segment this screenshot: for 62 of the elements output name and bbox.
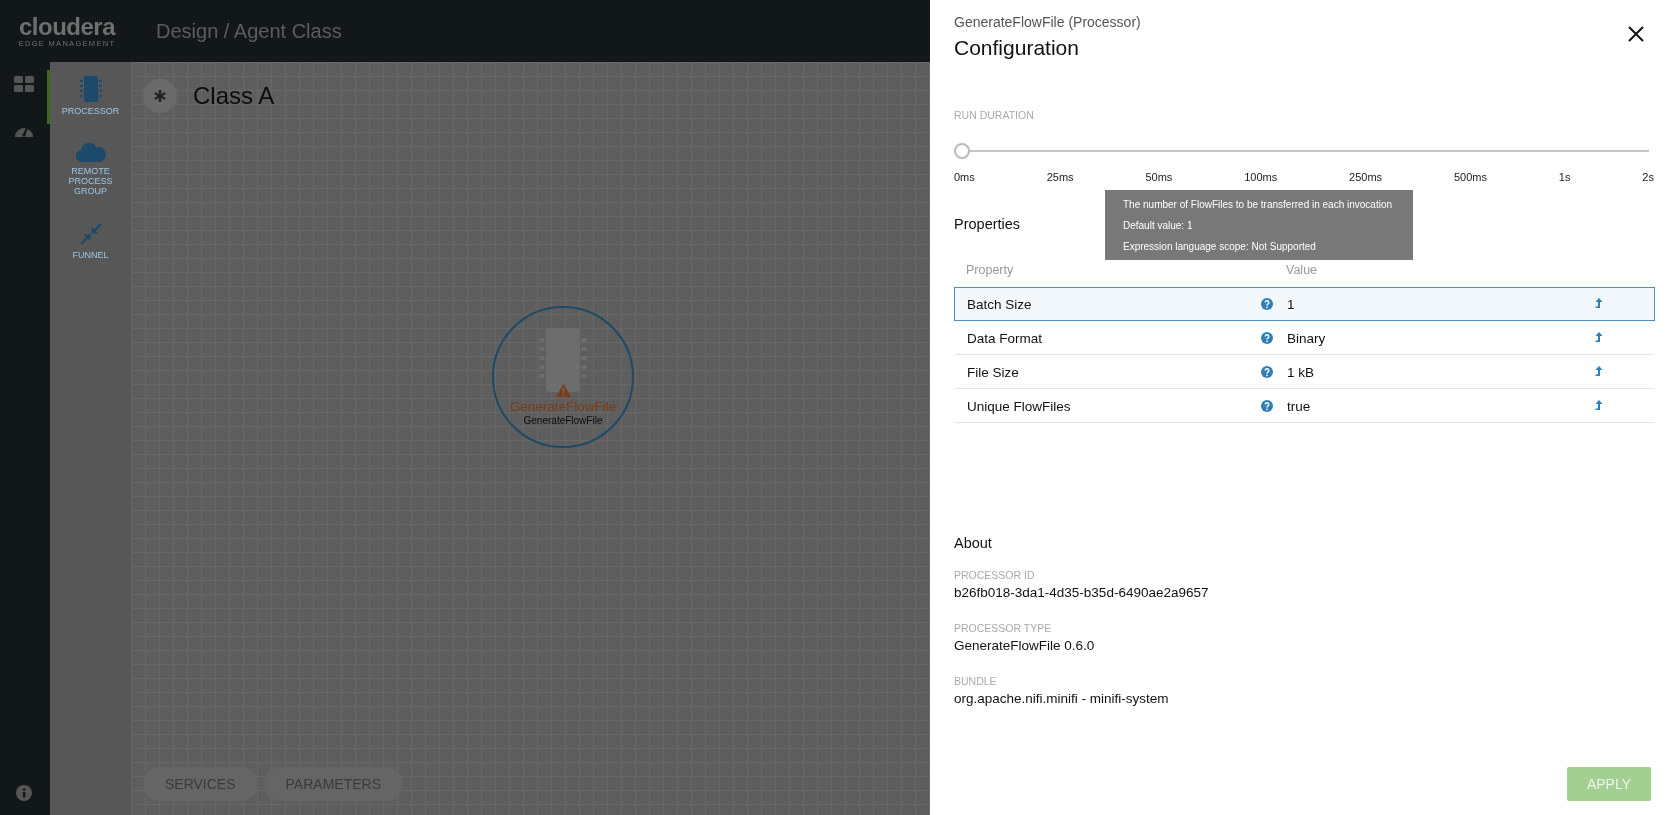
node-type: GenerateFlowFile xyxy=(523,415,603,427)
tooltip-text: Expression language scope: Not Supported xyxy=(1123,241,1317,253)
field-value: GenerateFlowFile 0.6.0 xyxy=(954,638,1096,653)
close-icon[interactable] xyxy=(1628,26,1644,42)
arrows-inward-icon xyxy=(78,222,103,246)
chip-icon xyxy=(79,76,102,102)
tick-label: 2s xyxy=(1642,171,1654,183)
property-value: 1 kB xyxy=(1286,364,1315,380)
tick-label: 250ms xyxy=(1349,171,1383,183)
palette-item[interactable]: FUNNEL xyxy=(47,216,131,268)
field-label: BUNDLE xyxy=(954,675,998,688)
table-row[interactable]: File Size 1 kB xyxy=(954,355,1655,389)
node-name: GenerateFlowFile xyxy=(509,399,617,415)
dashboard-icon[interactable] xyxy=(13,76,34,92)
property-name: Unique FlowFiles xyxy=(966,398,1072,414)
logo[interactable]: cloudera xyxy=(19,14,115,39)
tooltip-text: Default value: 1 xyxy=(1123,220,1194,232)
property-name: Batch Size xyxy=(966,296,1033,312)
section-title: About xyxy=(954,535,992,551)
tick-label: 1s xyxy=(1558,171,1571,183)
panel-title: Configuration xyxy=(954,35,1080,61)
field-label: PROCESSOR ID xyxy=(954,569,1036,582)
field-value: org.apache.nifi.minifi - minifi-system xyxy=(954,691,1170,706)
tick-label: 0ms xyxy=(954,171,975,183)
table-row[interactable]: Data Format Binary xyxy=(954,321,1655,355)
property-value: 1 xyxy=(1286,296,1296,312)
tooltip-text: The number of FlowFiles to be transferred in each invocation xyxy=(1123,199,1394,211)
tick-label: 500ms xyxy=(1453,171,1487,183)
cloud-icon xyxy=(75,142,106,162)
palette-item[interactable]: REMOTE PROCESS GROUP xyxy=(47,136,131,204)
class-title: Class A xyxy=(193,82,275,110)
column-header: Property xyxy=(965,263,1015,277)
field-label: PROCESSOR TYPE xyxy=(954,622,1053,635)
field-label: RUN DURATION xyxy=(954,109,1035,122)
processor-node[interactable]: GenerateFlowFile GenerateFlowFile xyxy=(492,306,634,448)
help-icon[interactable] xyxy=(1261,400,1273,412)
section-title: Properties xyxy=(954,216,1021,232)
arrow-up-icon[interactable] xyxy=(1595,400,1603,412)
property-value: Binary xyxy=(1286,330,1327,346)
run-duration-slider[interactable] xyxy=(954,143,1649,159)
help-icon[interactable] xyxy=(1261,332,1273,344)
property-name: File Size xyxy=(966,364,1020,380)
tick-label: 100ms xyxy=(1244,171,1278,183)
table-row[interactable]: Unique FlowFiles true xyxy=(954,389,1655,423)
asterisk-icon[interactable] xyxy=(143,79,177,113)
arrow-up-icon[interactable] xyxy=(1595,332,1603,344)
chip-icon xyxy=(538,328,588,392)
panel-subtitle: GenerateFlowFile (Processor) xyxy=(954,14,1142,31)
property-value: true xyxy=(1286,398,1312,414)
table-row[interactable]: Batch Size 1 xyxy=(954,287,1655,321)
property-name: Data Format xyxy=(966,330,1044,346)
column-header: Value xyxy=(1285,263,1319,277)
help-icon[interactable] xyxy=(1261,366,1273,378)
field-value: b26fb018-3da1-4d35-b35d-6490ae2a9657 xyxy=(954,585,1210,600)
tick-label: 25ms xyxy=(1046,171,1074,183)
arrow-up-icon[interactable] xyxy=(1595,298,1603,310)
breadcrumb: Design / Agent Class xyxy=(156,19,342,43)
info-icon[interactable] xyxy=(15,785,32,801)
arrow-up-icon[interactable] xyxy=(1595,366,1603,378)
tick-label: 50ms xyxy=(1145,171,1173,183)
help-icon[interactable] xyxy=(1261,298,1273,310)
slider-thumb[interactable] xyxy=(954,143,970,159)
